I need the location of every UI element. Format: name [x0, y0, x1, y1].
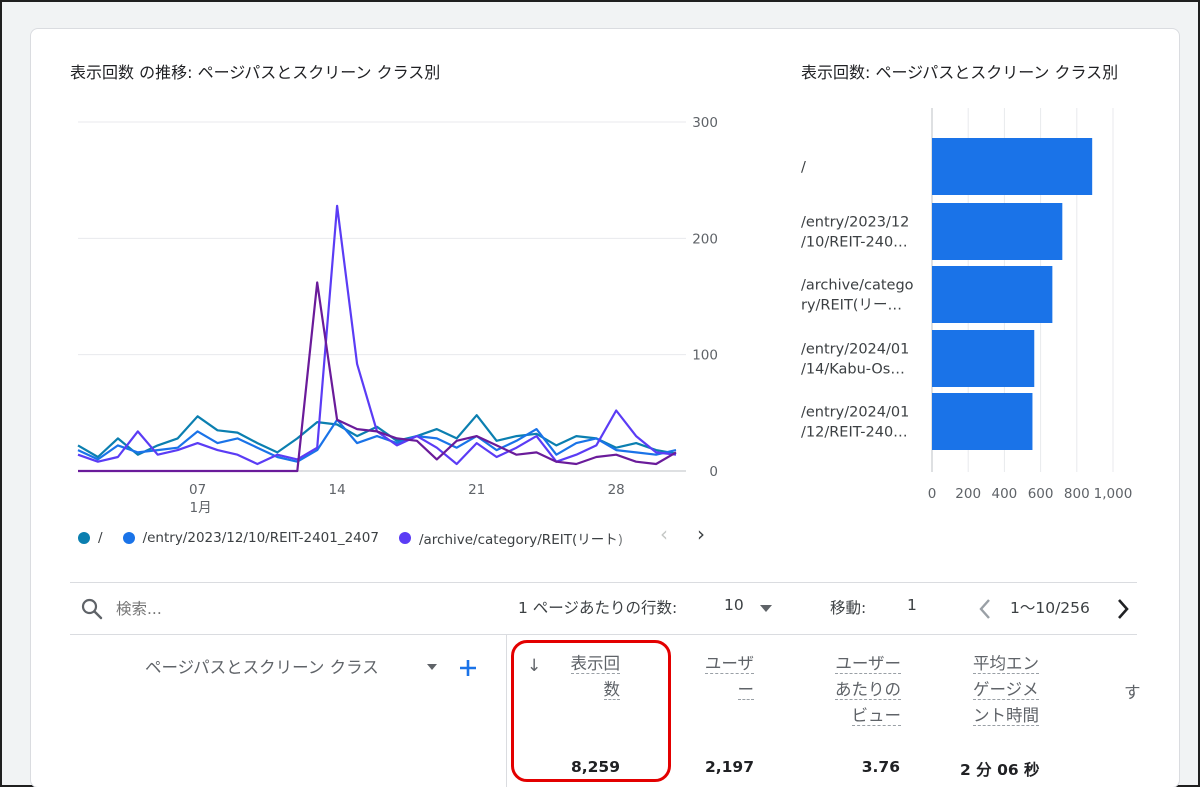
- total-views-per-user: 3.76: [861, 758, 900, 776]
- col-header-line: ント時間: [973, 706, 1039, 726]
- legend-label: /archive/category/REIT(リート): [418, 532, 623, 548]
- dimension-header[interactable]: ページパスとスクリーン クラス: [145, 655, 379, 681]
- x-tick-label: 400: [992, 486, 1018, 502]
- caret-down-icon[interactable]: [426, 664, 438, 672]
- bar-chart-title: 表示回数: ページパスとスクリーン クラス別: [801, 63, 1119, 82]
- chart-legend: / /entry/2023/12/10/REIT-2401_2407 /arch…: [78, 526, 664, 550]
- x-tick-label: 1,000: [1094, 486, 1133, 502]
- rows-per-page-label: 1 ページあたりの行数:: [518, 599, 678, 617]
- total-users: 2,197: [704, 758, 754, 776]
- legend-item-archive[interactable]: /archive/category/REIT(リート): [398, 528, 644, 548]
- bar-chart: 0 200 400 600 800 1,000 / /entry/2023/12/10/REI…: [801, 108, 1133, 502]
- col-overflow-header[interactable]: す: [1124, 680, 1141, 706]
- highlight-box: [511, 640, 671, 782]
- category-label: /entry/2024/01: [801, 342, 909, 358]
- col-header-line: ゲージメ: [973, 680, 1039, 700]
- bar: [932, 138, 1093, 195]
- x-tick-label: 07: [189, 482, 206, 498]
- total-engagement-time: 2 分 06 秒: [960, 761, 1040, 779]
- legend-prev-button[interactable]: ‹: [660, 522, 668, 546]
- y-tick-label: 100: [692, 348, 718, 364]
- category-label: /entry/2024/01: [801, 405, 909, 421]
- bar: [932, 266, 1053, 323]
- category-label: /14/Kabu-Os…: [801, 362, 905, 378]
- bar: [932, 203, 1063, 260]
- bar: [932, 330, 1035, 387]
- y-tick-label: 300: [692, 115, 718, 131]
- category-label: /: [801, 160, 806, 176]
- legend-item-entry[interactable]: /entry/2023/12/10/REIT-2401_2407: [122, 530, 379, 546]
- legend-item-root[interactable]: /: [78, 530, 103, 546]
- divider: [70, 634, 1137, 635]
- x-tick-label: 14: [329, 482, 346, 498]
- col-engagement-time-header[interactable]: 平均エン ゲージメ ント時間: [948, 651, 1048, 729]
- legend-next-button[interactable]: ›: [697, 522, 705, 546]
- col-header-line: あたりの: [835, 680, 901, 700]
- y-tick-label: 200: [692, 231, 718, 247]
- divider: [70, 582, 1137, 583]
- x-tick-label: 200: [955, 486, 981, 502]
- x-tick-sublabel: 1月: [190, 500, 212, 516]
- legend-dot: [78, 532, 90, 544]
- col-header-line: ビュー: [851, 706, 901, 726]
- category-label: ry/REIT(リー…: [801, 298, 902, 314]
- goto-label: 移動:: [830, 599, 867, 617]
- col-header-line: 平均エン: [973, 654, 1039, 674]
- caret-down-icon[interactable]: [760, 605, 772, 613]
- bar: [932, 393, 1033, 450]
- col-header-line: ユーザ: [704, 654, 754, 674]
- x-tick-label: 0: [928, 486, 937, 502]
- line-chart-title: 表示回数 の推移: ページパスとスクリーン クラス別: [70, 63, 441, 82]
- search-input[interactable]: [116, 596, 356, 622]
- add-dimension-icon[interactable]: [459, 659, 477, 677]
- rows-per-page-value[interactable]: 10: [724, 596, 744, 614]
- y-tick-label: 0: [709, 464, 718, 480]
- line-chart: 300 200 100 0 07 1月 14 21 28: [77, 115, 718, 516]
- chevron-left-icon[interactable]: [978, 598, 992, 620]
- search-icon[interactable]: [80, 597, 104, 621]
- chevron-right-icon[interactable]: [1116, 598, 1130, 620]
- legend-label: /: [98, 530, 103, 546]
- goto-input[interactable]: 1: [907, 596, 917, 614]
- col-header-line: ユーザー: [835, 654, 901, 674]
- x-tick-label: 800: [1064, 486, 1090, 502]
- category-label: /12/REIT-240…: [801, 425, 908, 441]
- category-label: /entry/2023/12: [801, 215, 909, 231]
- legend-label: /entry/2023/12/10/REIT-2401_2407: [142, 530, 379, 546]
- category-label: /archive/catego: [801, 278, 914, 294]
- x-tick-label: 28: [608, 482, 625, 498]
- x-tick-label: 21: [468, 482, 485, 498]
- pagination-range: 1〜10/256: [1010, 599, 1090, 617]
- col-users-header[interactable]: ユーザ ー: [684, 651, 754, 703]
- series-line-2: [77, 204, 677, 466]
- category-label: /10/REIT-240…: [801, 235, 908, 251]
- legend-dot: [398, 532, 411, 544]
- x-tick-label: 600: [1028, 486, 1054, 502]
- legend-dot: [122, 532, 135, 544]
- col-views-per-user-header[interactable]: ユーザー あたりの ビュー: [806, 651, 901, 729]
- column-divider: [506, 635, 507, 787]
- col-header-line: ー: [737, 680, 754, 700]
